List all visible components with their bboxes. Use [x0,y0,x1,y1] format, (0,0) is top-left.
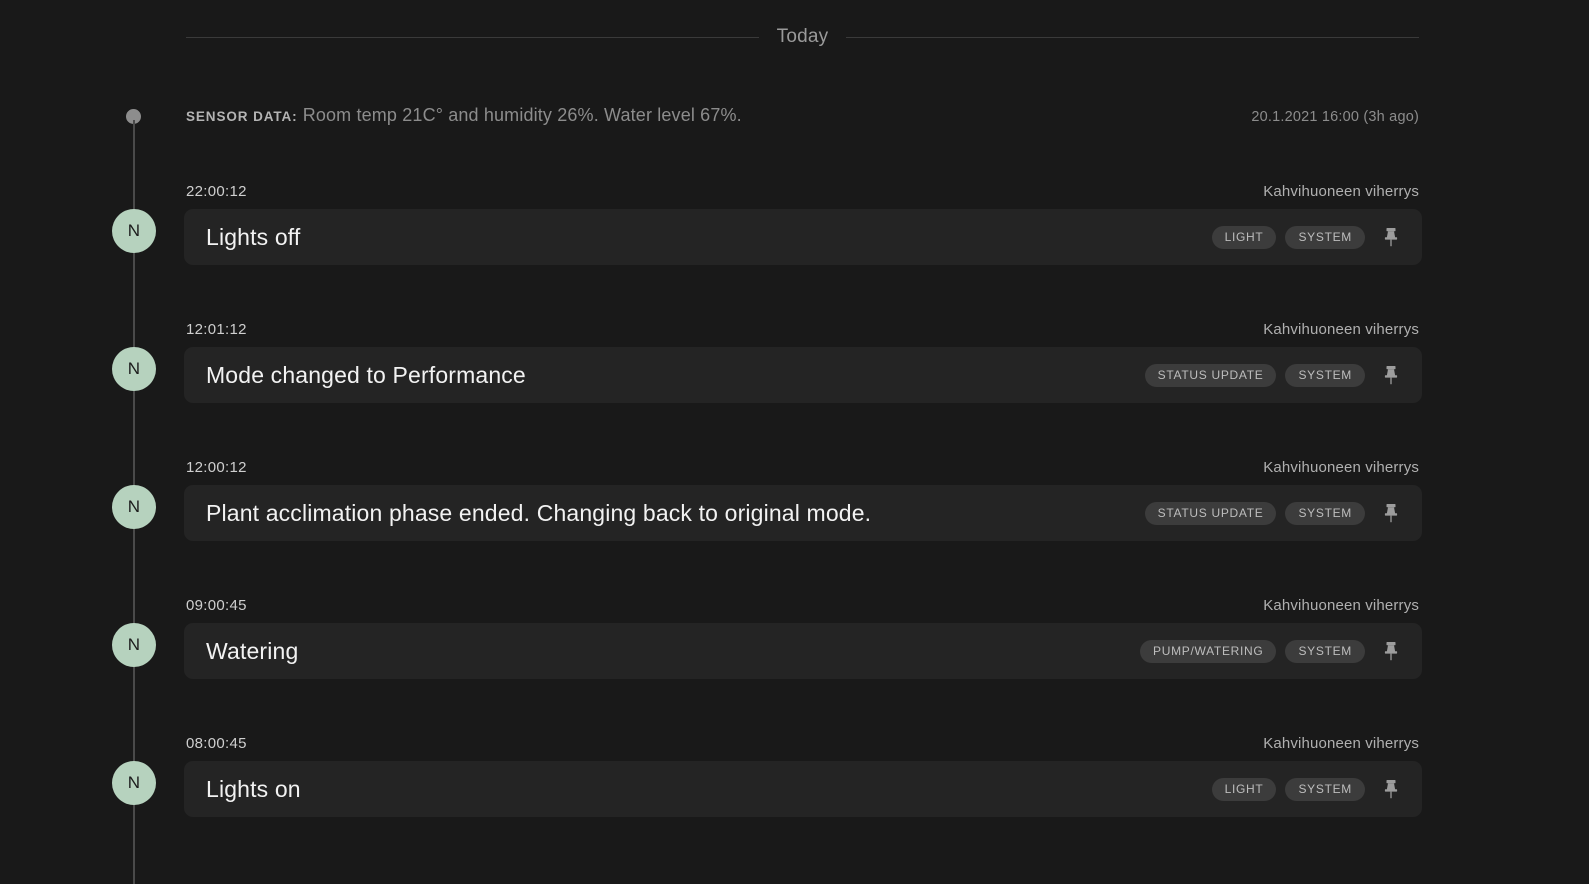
sensor-data-row: Sensor data: Room temp 21C° and humidity… [186,105,1419,126]
timeline-entry: 09:00:45 Kahvihuoneen viherrys N Watering PU… [0,597,1589,689]
tag-chip[interactable]: SYSTEM [1285,639,1365,663]
avatar[interactable]: N [112,485,156,529]
entry-title: Watering [206,637,299,664]
entry-card[interactable]: Plant acclimation phase ended. Changing … [184,485,1422,541]
avatar[interactable]: N [112,347,156,391]
day-separator: Today [186,26,1420,48]
pin-icon[interactable] [1374,358,1408,392]
entry-source: Kahvihuoneen viherrys [1263,321,1419,338]
entry-title: Lights off [206,223,301,250]
entry-time: 12:00:12 [186,459,247,476]
entry-tags: PUMP/WATERING SYSTEM [1140,639,1365,663]
pin-icon[interactable] [1374,772,1408,806]
sensor-data-value: Room temp 21C° and humidity 26%. Water l… [297,105,742,125]
avatar[interactable]: N [112,623,156,667]
sensor-data-text: Sensor data: Room temp 21C° and humidity… [186,105,742,126]
entry-title: Lights on [206,775,301,802]
entry-tags: LIGHT SYSTEM [1211,225,1365,249]
entry-time: 22:00:12 [186,183,247,200]
sensor-data-kicker: Sensor data: [186,109,298,124]
entry-title: Plant acclimation phase ended. Changing … [206,499,872,526]
entry-time: 12:01:12 [186,321,247,338]
entry-card[interactable]: Watering PUMP/WATERING SYSTEM [184,623,1422,679]
day-separator-label: Today [776,26,829,47]
separator-rule-right [846,36,1420,38]
tag-chip[interactable]: SYSTEM [1285,225,1365,249]
tag-chip[interactable]: LIGHT [1211,225,1277,249]
entry-tags: STATUS UPDATE SYSTEM [1144,363,1365,387]
entry-title: Mode changed to Performance [206,361,526,388]
entry-meta: 12:00:12 Kahvihuoneen viherrys [186,459,1419,476]
entry-card[interactable]: Lights off LIGHT SYSTEM [184,209,1422,265]
entry-time: 08:00:45 [186,735,247,752]
entry-tags: LIGHT SYSTEM [1211,777,1365,801]
tag-chip[interactable]: STATUS UPDATE [1144,363,1277,387]
timeline-entry: 12:00:12 Kahvihuoneen viherrys N Plant accl… [0,459,1589,551]
sensor-data-timestamp: 20.1.2021 16:00 (3h ago) [1251,109,1419,125]
tag-chip[interactable]: SYSTEM [1285,501,1365,525]
pin-icon[interactable] [1374,220,1408,254]
tag-chip[interactable]: SYSTEM [1285,777,1365,801]
entry-card[interactable]: Mode changed to Performance STATUS UPDATE… [184,347,1422,403]
tag-chip[interactable]: PUMP/WATERING [1140,639,1277,663]
entry-tags: STATUS UPDATE SYSTEM [1144,501,1365,525]
avatar[interactable]: N [112,209,156,253]
avatar[interactable]: N [112,761,156,805]
tag-chip[interactable]: LIGHT [1211,777,1277,801]
pin-icon[interactable] [1374,634,1408,668]
timeline-entry: 22:00:12 Kahvihuoneen viherrys N Lights off… [0,183,1589,275]
pin-icon[interactable] [1374,496,1408,530]
tag-chip[interactable]: STATUS UPDATE [1144,501,1277,525]
entry-source: Kahvihuoneen viherrys [1263,183,1419,200]
timeline-entry: 08:00:45 Kahvihuoneen viherrys N Lights on L… [0,735,1589,827]
entry-meta: 22:00:12 Kahvihuoneen viherrys [186,183,1419,200]
tag-chip[interactable]: SYSTEM [1285,363,1365,387]
separator-rule-left [186,36,759,38]
timeline-entry: 12:01:12 Kahvihuoneen viherrys N Mode chang… [0,321,1589,413]
entry-source: Kahvihuoneen viherrys [1263,597,1419,614]
entry-meta: 08:00:45 Kahvihuoneen viherrys [186,735,1419,752]
entry-meta: 09:00:45 Kahvihuoneen viherrys [186,597,1419,614]
entry-time: 09:00:45 [186,597,247,614]
entry-meta: 12:01:12 Kahvihuoneen viherrys [186,321,1419,338]
entry-source: Kahvihuoneen viherrys [1263,459,1419,476]
entry-card[interactable]: Lights on LIGHT SYSTEM [184,761,1422,817]
entry-source: Kahvihuoneen viherrys [1263,735,1419,752]
